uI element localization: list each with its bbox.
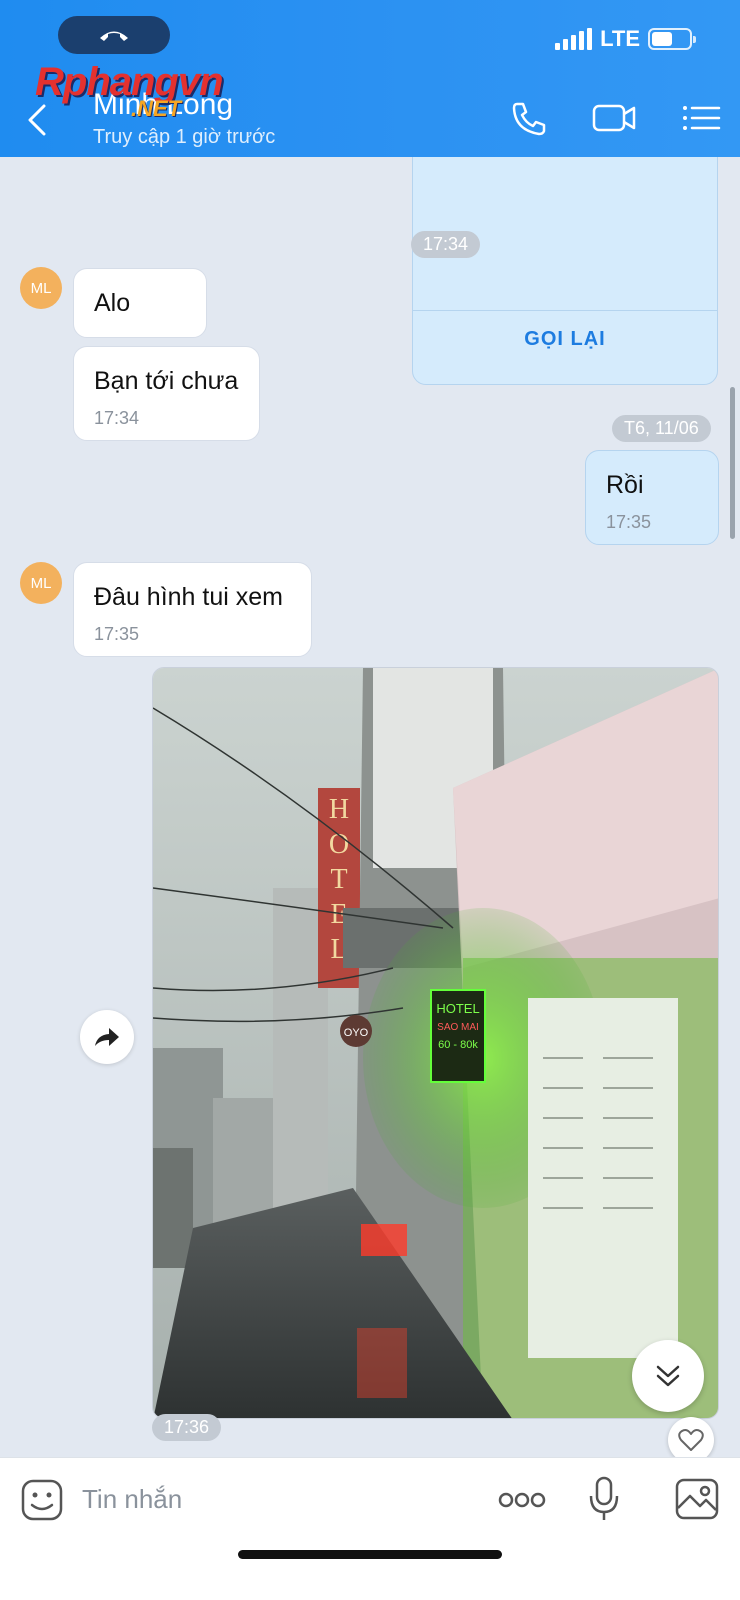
video-call-icon[interactable] xyxy=(592,100,636,136)
svg-text:SAO MAI: SAO MAI xyxy=(437,1022,479,1033)
last-seen-status: Truy cập 1 giờ trước xyxy=(93,126,276,148)
message-input[interactable]: Tin nhắn xyxy=(82,1484,182,1515)
call-back-button[interactable]: GỌI LẠI xyxy=(413,328,717,351)
message-text: Rồi xyxy=(606,471,644,499)
forward-button[interactable] xyxy=(80,1010,134,1064)
svg-text:60 - 80k: 60 - 80k xyxy=(438,1039,478,1051)
sticker-icon[interactable] xyxy=(20,1478,64,1522)
message-bubble[interactable]: Đâu hình tui xem 17:35 xyxy=(73,562,312,657)
forward-icon xyxy=(95,1028,119,1046)
watermark-logo: Rphangvn xyxy=(35,60,224,104)
status-bar-right: LTE xyxy=(555,26,696,52)
date-divider: T6, 11/06 xyxy=(612,415,711,442)
message-time: 17:36 xyxy=(152,1414,222,1441)
signal-icon xyxy=(555,28,593,50)
message-bubble[interactable]: Rồi 17:35 xyxy=(585,450,719,545)
more-options-icon[interactable] xyxy=(498,1490,546,1510)
avatar[interactable]: ML xyxy=(20,562,62,604)
scroll-to-bottom-button[interactable] xyxy=(632,1340,704,1412)
network-label: LTE xyxy=(600,26,640,51)
message-list[interactable]: GỌI LẠI 17:34 ML Alo Bạn tới chưa 17:34 … xyxy=(0,157,740,1457)
message-time: 17:35 xyxy=(606,512,652,532)
image-message[interactable]: H O T E L HOTEL SAO MAI 60 - 80k OYO xyxy=(152,667,719,1419)
svg-text:HOTEL: HOTEL xyxy=(436,1001,479,1016)
ongoing-call-pill[interactable] xyxy=(58,16,170,54)
menu-icon[interactable] xyxy=(681,100,725,136)
message-time: 17:34 xyxy=(411,231,481,258)
message-text: Đâu hình tui xem xyxy=(94,583,283,611)
react-button[interactable] xyxy=(668,1417,714,1457)
image-picker-icon[interactable] xyxy=(675,1478,719,1520)
message-time: 17:35 xyxy=(94,624,140,644)
scrollbar[interactable] xyxy=(730,387,735,539)
message-text: Bạn tới chưa xyxy=(94,367,239,395)
heart-icon xyxy=(678,1429,704,1451)
back-icon[interactable] xyxy=(22,100,54,140)
home-indicator[interactable] xyxy=(238,1550,502,1559)
message-text: Alo xyxy=(94,289,131,317)
battery-icon xyxy=(648,28,696,50)
message-input-bar: Tin nhắn xyxy=(0,1457,740,1600)
svg-text:T: T xyxy=(330,864,347,895)
avatar[interactable]: ML xyxy=(20,267,62,309)
call-card: GỌI LẠI xyxy=(412,157,718,385)
phone-hangup-icon xyxy=(100,31,128,41)
message-bubble[interactable]: Alo xyxy=(73,268,207,338)
svg-text:O: O xyxy=(329,829,349,860)
message-bubble[interactable]: Bạn tới chưa 17:34 xyxy=(73,346,260,441)
microphone-icon[interactable] xyxy=(589,1476,619,1522)
chat-header: LTE Minh Long Truy cập 1 giờ trước Rphan… xyxy=(0,0,740,157)
double-chevron-down-icon xyxy=(656,1365,680,1387)
street-photo: H O T E L HOTEL SAO MAI 60 - 80k OYO xyxy=(153,668,718,1418)
svg-text:H: H xyxy=(329,794,349,825)
phone-icon[interactable] xyxy=(507,100,551,136)
message-time: 17:34 xyxy=(94,408,140,428)
watermark-logo-sub: .NET xyxy=(131,96,182,121)
svg-text:OYO: OYO xyxy=(344,1027,369,1039)
